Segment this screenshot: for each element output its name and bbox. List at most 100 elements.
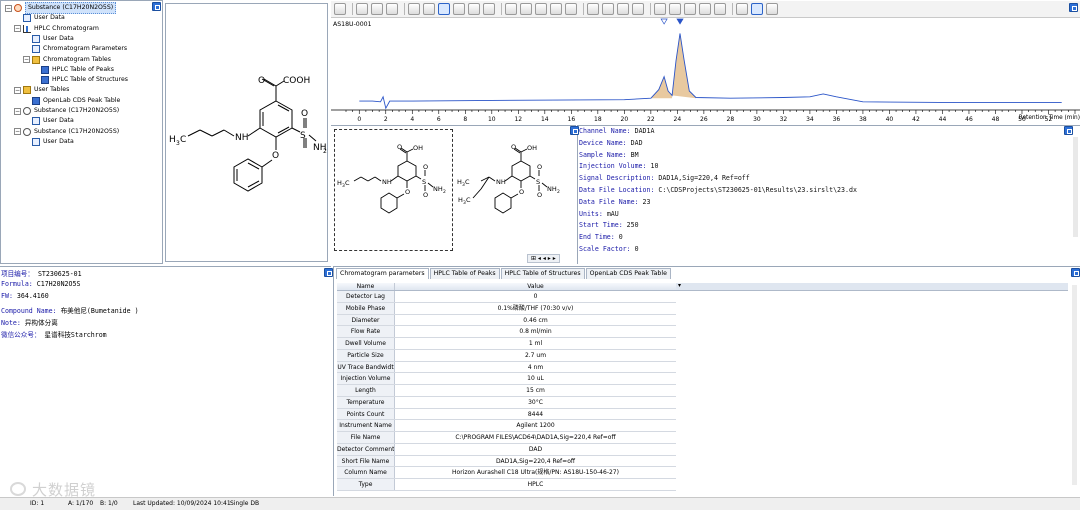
table-row[interactable]: Dwell Volume 1 ml: [337, 338, 676, 350]
table-row[interactable]: Temperature 30°C: [337, 396, 676, 409]
param-value[interactable]: 0.46 cm: [395, 315, 676, 326]
tab-chromatogram-parameters[interactable]: Chromatogram parameters: [336, 268, 429, 279]
zoom-in-icon[interactable]: [371, 3, 383, 15]
last-icon[interactable]: [565, 3, 577, 15]
chart-panel-menu-icon[interactable]: [1069, 3, 1078, 12]
zoom-page-icon[interactable]: [483, 3, 495, 15]
table-row[interactable]: Column Name Horizon Aurashell C18 Ultra(规…: [337, 467, 676, 479]
hand-pan-icon[interactable]: [423, 3, 435, 15]
print-icon[interactable]: [408, 3, 420, 15]
peak-add-icon[interactable]: [684, 3, 696, 15]
autoscale-icon[interactable]: [587, 3, 599, 15]
table-row[interactable]: Particle Size 2.7 um: [337, 349, 676, 362]
structure-pager[interactable]: ⊞ ◂ ◂ ▸ ▸: [527, 254, 560, 263]
tree-expander-icon[interactable]: −: [5, 4, 12, 12]
table-row[interactable]: File Name C:\PROGRAM FILES\ACD64\DAD1A,Si…: [337, 432, 676, 444]
table-row[interactable]: Short File Name DAD1A,Sig=220,4 Ref=off: [337, 455, 676, 468]
param-value[interactable]: 0.8 ml/min: [395, 326, 676, 337]
param-value[interactable]: 8444: [395, 409, 676, 420]
tree-expander-icon[interactable]: −: [23, 56, 30, 63]
tree-expander-icon[interactable]: −: [14, 25, 21, 33]
table-row[interactable]: Mobile Phase 0.1%磷酸/THF (70:30 v/v): [337, 302, 676, 315]
zoom-out-icon[interactable]: [356, 3, 368, 15]
table-row[interactable]: Type HPLC: [337, 479, 676, 491]
tree-item[interactable]: User Data: [23, 137, 74, 147]
next-icon[interactable]: [550, 3, 562, 15]
tree-item-label: User Data: [34, 14, 65, 22]
info-panel-menu-icon[interactable]: [570, 126, 579, 135]
param-value[interactable]: Agilent 1200: [395, 420, 676, 431]
table-row[interactable]: Instrument Name Agilent 1200: [337, 420, 676, 432]
table-row[interactable]: Detector Comment DAD: [337, 443, 676, 456]
header-name[interactable]: Name: [337, 283, 395, 290]
table-row[interactable]: Length 15 cm: [337, 385, 676, 397]
expand-icon[interactable]: ▾: [678, 282, 681, 289]
tree-expander-icon[interactable]: −: [14, 107, 21, 115]
filter-icon[interactable]: [632, 3, 644, 15]
panel-menu-icon[interactable]: [152, 2, 161, 11]
tab-hplc-peaks[interactable]: HPLC Table of Peaks: [429, 268, 500, 279]
param-value[interactable]: 1 ml: [395, 338, 676, 349]
info-scrollbar[interactable]: [1073, 137, 1078, 237]
first-icon[interactable]: [505, 3, 517, 15]
table-row[interactable]: Points Count 8444: [337, 408, 676, 421]
tree-item[interactable]: − Substance (C17H20N2O5S): [14, 106, 119, 116]
chart-view-icon[interactable]: [334, 3, 346, 15]
param-value[interactable]: Horizon Aurashell C18 Ultra(规格/PN: AS18U…: [395, 467, 676, 478]
table-row[interactable]: Flow Rate 0.8 ml/min: [337, 326, 676, 338]
zoom-region-icon[interactable]: [453, 3, 465, 15]
header-value[interactable]: Value: [395, 283, 676, 290]
structure-icon[interactable]: [736, 3, 748, 15]
tree-item[interactable]: Chromatogram Parameters: [23, 44, 127, 54]
tree-item[interactable]: User Data: [14, 13, 65, 23]
chromatogram-chart[interactable]: 0 2 4 6 8 10 12 14 16 18 20 22 24 26 28 30 32 34 36 38 40 42 4…: [331, 18, 1080, 124]
info-panel-pin-icon[interactable]: [1064, 126, 1073, 135]
table-row[interactable]: Injection Volume 10 uL: [337, 373, 676, 385]
integrate-icon[interactable]: [654, 3, 666, 15]
previous-icon[interactable]: [520, 3, 532, 15]
tree-item[interactable]: − User Tables: [14, 85, 69, 95]
zoom-fit-icon[interactable]: [468, 3, 480, 15]
param-value[interactable]: 15 cm: [395, 385, 676, 396]
tree-item[interactable]: − Substance (C17H20N2O5S): [5, 2, 117, 14]
table-row[interactable]: Diameter 0.46 cm: [337, 314, 676, 327]
param-value[interactable]: DAD1A,Sig=220,4 Ref=off: [395, 456, 676, 467]
param-value[interactable]: 2.7 um: [395, 350, 676, 361]
param-value[interactable]: 30°C: [395, 397, 676, 408]
table-panel-pin-icon[interactable]: [1071, 268, 1080, 277]
tab-hplc-structures[interactable]: HPLC Table of Structures: [500, 268, 585, 279]
param-value[interactable]: HPLC: [395, 479, 676, 490]
param-value[interactable]: DAD: [395, 444, 676, 455]
param-value[interactable]: 0.1%磷酸/THF (70:30 v/v): [395, 303, 676, 314]
baseline-icon[interactable]: [669, 3, 681, 15]
param-value[interactable]: C:\PROGRAM FILES\ACD64\DAD1A,Sig=220,4 R…: [395, 432, 676, 443]
zoom-select-icon[interactable]: [438, 3, 450, 15]
compare-icon[interactable]: [751, 3, 763, 15]
tree-expander-icon[interactable]: −: [14, 86, 21, 94]
grid-icon[interactable]: [602, 3, 614, 15]
peak-pick-icon[interactable]: [617, 3, 629, 15]
table-icon[interactable]: [386, 3, 398, 15]
table-scrollbar[interactable]: [1072, 285, 1077, 485]
tree-item[interactable]: HPLC Table of Structures: [32, 75, 128, 85]
tree-item[interactable]: User Data: [23, 116, 74, 126]
tree-item[interactable]: User Data: [23, 34, 74, 44]
tree-item[interactable]: − Chromatogram Tables: [23, 55, 111, 65]
tree-item[interactable]: − HPLC Chromatogram: [14, 24, 99, 34]
peak-split-icon[interactable]: [699, 3, 711, 15]
tree-expander-icon[interactable]: −: [14, 128, 21, 136]
document-icon: [32, 45, 40, 54]
peak-nav-icon[interactable]: [535, 3, 547, 15]
tab-openlab-peak-table[interactable]: OpenLab CDS Peak Table: [585, 268, 671, 279]
table-row[interactable]: UV Trace Bandwidt 4 nm: [337, 361, 676, 374]
table-row[interactable]: Detector Lag 0: [337, 291, 676, 303]
tree-item[interactable]: OpenLab CDS Peak Table: [23, 96, 120, 106]
param-value[interactable]: 10 uL: [395, 373, 676, 384]
tree-item[interactable]: − Substance (C17H20N2O5S): [14, 127, 119, 137]
tree-item[interactable]: HPLC Table of Peaks: [32, 65, 114, 75]
peak-delete-icon[interactable]: [714, 3, 726, 15]
param-value[interactable]: 0: [395, 291, 676, 302]
properties-menu-icon[interactable]: [324, 268, 333, 277]
layout-icon[interactable]: [766, 3, 778, 15]
param-value[interactable]: 4 nm: [395, 362, 676, 373]
